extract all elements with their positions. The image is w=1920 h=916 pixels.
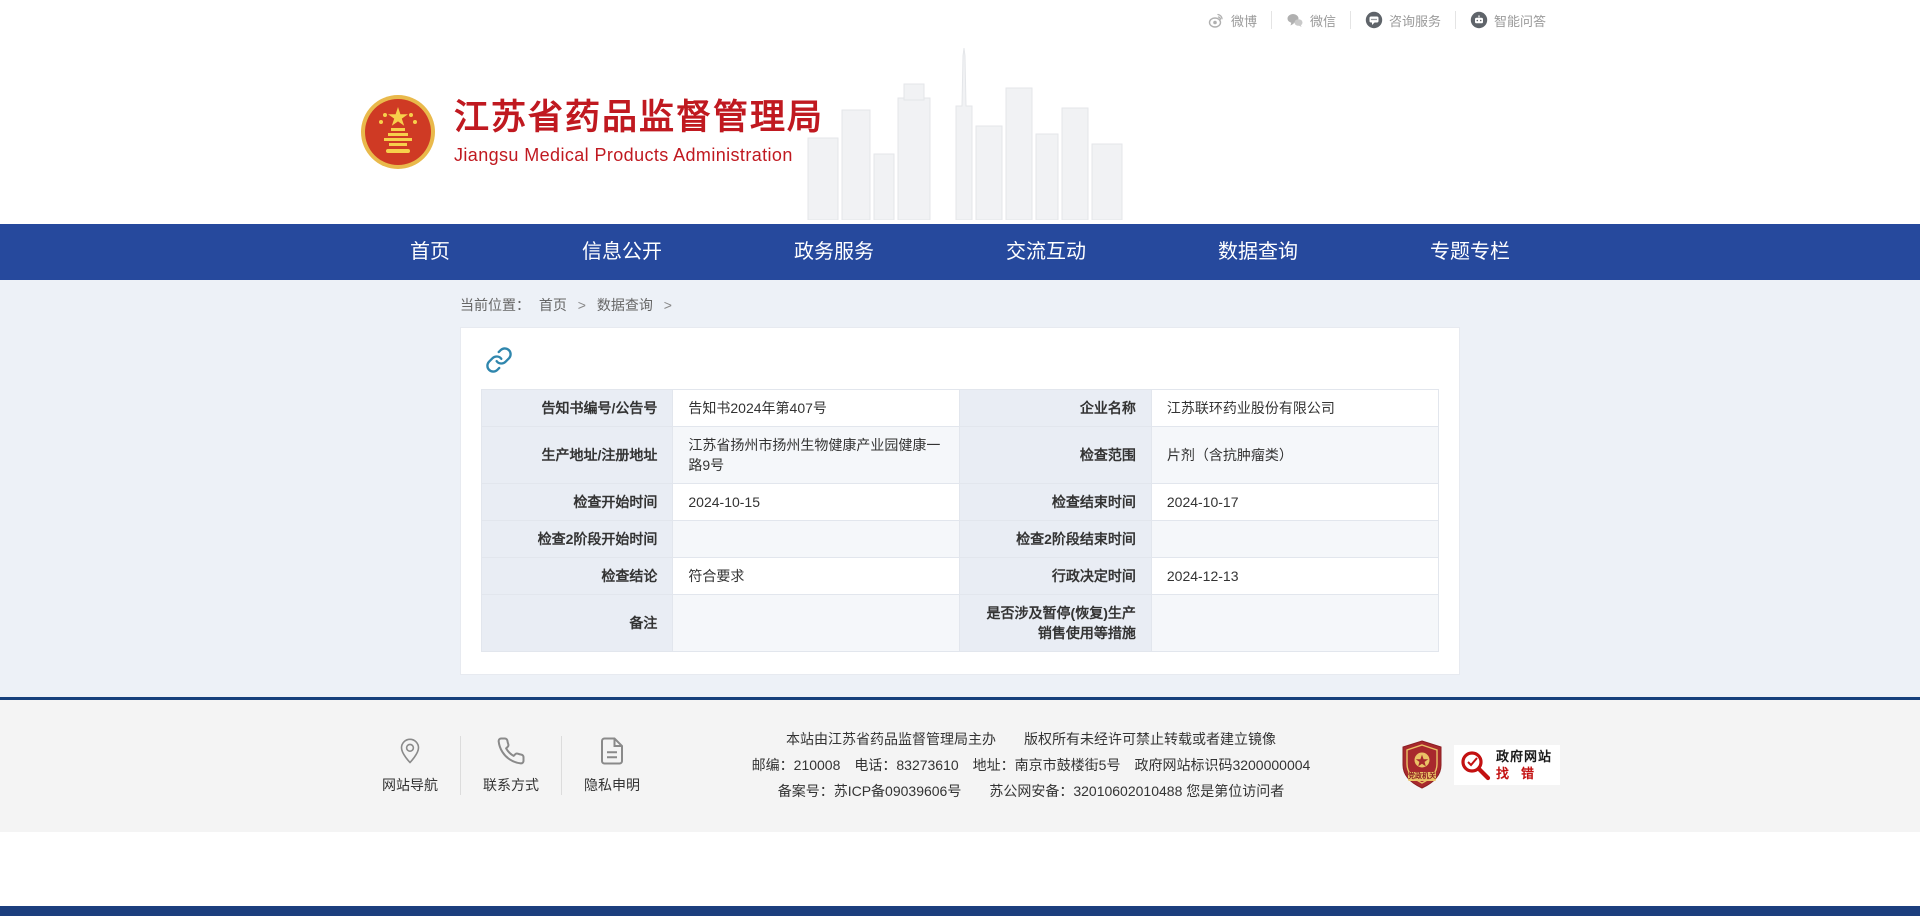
national-emblem-icon	[360, 94, 436, 170]
field-label: 检查2阶段开始时间	[482, 521, 673, 558]
consult-service-icon	[1365, 11, 1383, 29]
field-label: 是否涉及暂停(恢复)生产销售使用等措施	[960, 595, 1151, 652]
nav-item-special-topics[interactable]: 专题专栏	[1400, 224, 1540, 280]
main-nav-inner: 首页 信息公开 政务服务 交流互动 数据查询 专题专栏	[380, 224, 1540, 280]
footer-link-privacy[interactable]: 隐私申明	[561, 736, 662, 795]
field-value	[1151, 521, 1438, 558]
top-utility-bar-inner: 微博 微信 咨询服务	[360, 0, 1560, 40]
breadcrumb-current[interactable]: 数据查询	[597, 297, 653, 313]
field-value: 江苏联环药业股份有限公司	[1151, 390, 1438, 427]
site-error-finder-badge[interactable]: 政府网站 找错	[1454, 745, 1560, 785]
header-inner: 江苏省药品监督管理局 Jiangsu Medical Products Admi…	[360, 40, 1560, 224]
topbar-link-label: 咨询服务	[1389, 11, 1441, 30]
site-logo[interactable]: 江苏省药品监督管理局 Jiangsu Medical Products Admi…	[360, 94, 824, 170]
field-value: 符合要求	[673, 558, 960, 595]
topbar-link-consult-service[interactable]: 咨询服务	[1350, 11, 1455, 29]
nav-item-gov-services[interactable]: 政务服务	[764, 224, 904, 280]
field-value	[673, 521, 960, 558]
topbar-link-weibo[interactable]: 微博	[1193, 11, 1271, 29]
topbar-link-label: 智能问答	[1494, 11, 1546, 30]
table-row: 生产地址/注册地址 江苏省扬州市扬州生物健康产业园健康一路9号 检查范围 片剂（…	[482, 427, 1439, 484]
footer-link-label: 隐私申明	[584, 775, 640, 795]
footer-line-contact: 邮编：210008 电话：83273610 地址：南京市鼓楼街5号 政府网站标识…	[686, 752, 1376, 778]
field-label: 检查开始时间	[482, 484, 673, 521]
logo-text: 江苏省药品监督管理局 Jiangsu Medical Products Admi…	[454, 98, 824, 166]
inspection-detail-table: 告知书编号/公告号 告知书2024年第407号 企业名称 江苏联环药业股份有限公…	[481, 389, 1439, 652]
topbar-link-label: 微博	[1231, 11, 1257, 30]
table-row: 检查开始时间 2024-10-15 检查结束时间 2024-10-17	[482, 484, 1439, 521]
site-header: 江苏省药品监督管理局 Jiangsu Medical Products Admi…	[0, 40, 1920, 224]
breadcrumb-home[interactable]: 首页	[539, 297, 567, 313]
footer-inner: 网站导航 联系方式 隐私申明 本站由江苏省药品监督管理局主办 版权所有未经许可禁	[360, 726, 1560, 804]
table-row: 检查2阶段开始时间 检查2阶段结束时间	[482, 521, 1439, 558]
bottom-spacer	[0, 832, 1920, 906]
magnifier-icon	[1458, 748, 1492, 782]
breadcrumb-separator: >	[664, 297, 672, 313]
field-label: 行政决定时间	[960, 558, 1151, 595]
link-icon	[485, 346, 513, 374]
bottom-navy-bar	[0, 906, 1920, 916]
field-value: 告知书2024年第407号	[673, 390, 960, 427]
finder-badge-text: 政府网站 找错	[1496, 748, 1552, 782]
footer-info: 本站由江苏省药品监督管理局主办 版权所有未经许可禁止转载或者建立镜像 邮编：21…	[662, 726, 1400, 804]
finder-badge-bottom-label: 找错	[1496, 765, 1552, 782]
smart-qa-icon	[1470, 11, 1488, 29]
main-nav: 首页 信息公开 政务服务 交流互动 数据查询 专题专栏	[0, 224, 1920, 280]
weibo-icon	[1207, 11, 1225, 29]
page-content: 当前位置： 首页 > 数据查询 > 告知书编号/公告号 告知书2024年第407…	[0, 280, 1920, 697]
nav-item-info-disclosure[interactable]: 信息公开	[552, 224, 692, 280]
field-value: 江苏省扬州市扬州生物健康产业园健康一路9号	[673, 427, 960, 484]
footer-line-icp-visitors: 备案号：苏ICP备09039606号 苏公网安备：32010602010488 …	[686, 778, 1376, 804]
field-value	[1151, 595, 1438, 652]
field-value: 2024-10-15	[673, 484, 960, 521]
nav-item-interaction[interactable]: 交流互动	[976, 224, 1116, 280]
footer-quick-links: 网站导航 联系方式 隐私申明	[360, 736, 662, 795]
field-label: 企业名称	[960, 390, 1151, 427]
top-utility-bar: 微博 微信 咨询服务	[0, 0, 1920, 40]
footer-link-site-map[interactable]: 网站导航	[360, 736, 460, 795]
wechat-icon	[1286, 11, 1304, 29]
topbar-link-label: 微信	[1310, 11, 1336, 30]
field-label: 生产地址/注册地址	[482, 427, 673, 484]
footer-link-label: 联系方式	[483, 775, 539, 795]
field-label: 检查范围	[960, 427, 1151, 484]
breadcrumb-prefix: 当前位置：	[460, 297, 530, 313]
field-label: 检查结论	[482, 558, 673, 595]
topbar-link-smart-qa[interactable]: 智能问答	[1455, 11, 1560, 29]
nav-item-homepage[interactable]: 首页	[380, 224, 480, 280]
breadcrumb: 当前位置： 首页 > 数据查询 >	[460, 280, 1460, 327]
field-value: 2024-12-13	[1151, 558, 1438, 595]
field-label: 检查2阶段结束时间	[960, 521, 1151, 558]
field-value	[673, 595, 960, 652]
gov-shield-icon	[1400, 740, 1444, 790]
site-subtitle: Jiangsu Medical Products Administration	[454, 145, 824, 166]
field-value: 2024-10-17	[1151, 484, 1438, 521]
inspection-detail-card: 告知书编号/公告号 告知书2024年第407号 企业名称 江苏联环药业股份有限公…	[460, 327, 1460, 675]
table-row: 检查结论 符合要求 行政决定时间 2024-12-13	[482, 558, 1439, 595]
gov-badge-label: 党政机关	[1408, 771, 1436, 781]
finder-badge-top-label: 政府网站	[1496, 748, 1552, 765]
table-row: 备注 是否涉及暂停(恢复)生产销售使用等措施	[482, 595, 1439, 652]
attachment-link[interactable]	[485, 346, 513, 379]
topbar-link-wechat[interactable]: 微信	[1271, 11, 1350, 29]
footer-link-contact[interactable]: 联系方式	[460, 736, 561, 795]
site-title: 江苏省药品监督管理局	[454, 98, 824, 138]
map-pin-icon	[395, 736, 425, 766]
footer-link-label: 网站导航	[382, 775, 438, 795]
gov-agency-badge[interactable]: 党政机关	[1400, 740, 1444, 790]
field-value: 片剂（含抗肿瘤类）	[1151, 427, 1438, 484]
field-label: 检查结束时间	[960, 484, 1151, 521]
field-label: 告知书编号/公告号	[482, 390, 673, 427]
site-footer: 网站导航 联系方式 隐私申明 本站由江苏省药品监督管理局主办 版权所有未经许可禁	[0, 697, 1920, 832]
phone-icon	[496, 736, 526, 766]
document-icon	[597, 736, 627, 766]
breadcrumb-separator: >	[578, 297, 586, 313]
footer-line-host-copyright: 本站由江苏省药品监督管理局主办 版权所有未经许可禁止转载或者建立镜像	[686, 726, 1376, 752]
footer-badges: 党政机关 政府网站 找错	[1400, 740, 1560, 790]
table-row: 告知书编号/公告号 告知书2024年第407号 企业名称 江苏联环药业股份有限公…	[482, 390, 1439, 427]
field-label: 备注	[482, 595, 673, 652]
nav-item-data-query[interactable]: 数据查询	[1188, 224, 1328, 280]
